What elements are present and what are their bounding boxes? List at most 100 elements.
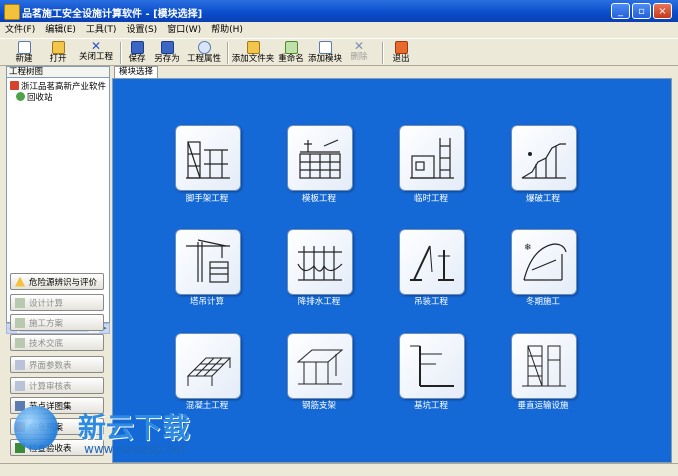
- foundation-pit-icon: [410, 345, 454, 387]
- module-formwork[interactable]: [287, 125, 353, 191]
- open-label: 打开: [49, 54, 67, 64]
- add-folder-button[interactable]: 添加文件夹: [231, 40, 275, 66]
- parameter-table-button[interactable]: 界面参数表: [10, 356, 104, 373]
- rename-button[interactable]: 重命名: [277, 40, 305, 66]
- winter-construction-icon: ❄: [523, 243, 567, 281]
- tree-item-project[interactable]: 浙江品茗高新产业软件: [10, 80, 106, 92]
- side-button-label: 计算审核表: [29, 381, 72, 392]
- toolbar: 新建 打开 ✕ 关闭工程 保存 另存为 工程属性 添加文件夹 重命名 添加模块 …: [0, 38, 678, 66]
- module-rebar-support-label: 钢筋支架: [301, 401, 336, 411]
- plan-icon: [15, 317, 25, 328]
- recycle-bin-icon: [16, 92, 25, 101]
- menu-tools[interactable]: 工具(T): [81, 22, 122, 38]
- save-button[interactable]: 保存: [124, 40, 150, 66]
- module-dewatering-label: 降排水工程: [297, 297, 341, 307]
- toolbar-separator: [382, 42, 384, 64]
- minimize-button[interactable]: _: [611, 3, 630, 19]
- side-button-label: 设计计算: [29, 298, 64, 309]
- tower-crane-icon: [186, 239, 230, 283]
- module-temporary-works-label: 临时工程: [413, 194, 448, 204]
- side-button-label: 危险源辨识与评价: [29, 277, 98, 288]
- exit-label: 退出: [392, 54, 410, 64]
- info-icon: [197, 41, 211, 54]
- hazard-identification-button[interactable]: 危险源辨识与评价: [10, 273, 104, 290]
- add-folder-icon: [246, 41, 260, 54]
- status-bar: [0, 463, 678, 476]
- save-as-icon: [160, 41, 174, 54]
- rename-icon: [284, 41, 298, 54]
- open-button[interactable]: 打开: [44, 40, 72, 66]
- module-dewatering[interactable]: [287, 229, 353, 295]
- design-calculation-button[interactable]: 设计计算: [10, 294, 104, 311]
- vertical-transport-icon: [522, 345, 566, 387]
- concrete-icon: [186, 357, 232, 386]
- menu-file[interactable]: 文件(F): [0, 22, 40, 38]
- watermark-url: www.newasp.net: [84, 442, 186, 456]
- module-scaffold[interactable]: [175, 125, 241, 191]
- menu-edit[interactable]: 编辑(E): [40, 22, 81, 38]
- tree-header: 工程树图: [6, 66, 110, 78]
- toolbar-separator: [120, 42, 122, 64]
- save-as-button[interactable]: 另存为: [152, 40, 182, 66]
- module-blasting[interactable]: [511, 125, 577, 191]
- save-disk-icon: [130, 41, 144, 54]
- tab-strip: 模块选择: [112, 66, 678, 78]
- module-foundation-pit-label: 基坑工程: [413, 401, 448, 411]
- briefing-icon: [15, 337, 25, 348]
- module-hoisting[interactable]: [399, 229, 465, 295]
- module-tower-crane[interactable]: [175, 229, 241, 295]
- rebar-support-icon: [296, 349, 344, 385]
- watermark-text: 新云下载: [78, 411, 191, 444]
- module-vertical-transport-label: 垂直运输设施: [517, 401, 569, 411]
- tab-module-selection[interactable]: 模块选择: [114, 66, 159, 78]
- module-vertical-transport[interactable]: [511, 333, 577, 399]
- dewatering-icon: [297, 246, 343, 281]
- technical-briefing-button[interactable]: 技术交底: [10, 334, 104, 351]
- save-label: 保存: [128, 54, 146, 64]
- watermark-logo-icon: [14, 406, 58, 450]
- formwork-icon: [299, 139, 341, 179]
- restore-button[interactable]: ▫: [632, 3, 651, 19]
- module-scaffold-label: 脚手架工程: [185, 194, 229, 204]
- module-winter-construction-label: 冬期施工: [525, 297, 560, 307]
- new-label: 新建: [15, 54, 33, 64]
- audit-table-button[interactable]: 计算审核表: [10, 377, 104, 394]
- app-icon: [4, 4, 20, 20]
- module-hoisting-label: 吊装工程: [413, 297, 448, 307]
- add-module-button[interactable]: 添加模块: [307, 40, 343, 66]
- add-folder-label: 添加文件夹: [231, 54, 275, 64]
- menu-window[interactable]: 窗口(W): [162, 22, 206, 38]
- exit-icon: [394, 41, 408, 54]
- audit-table-icon: [15, 380, 25, 391]
- module-rebar-support[interactable]: [287, 333, 353, 399]
- window-title: 品茗施工安全设施计算软件 - [模块选择]: [22, 9, 203, 20]
- delete-icon: ✕: [353, 39, 365, 53]
- close-button[interactable]: ×: [653, 3, 672, 19]
- close-project-button[interactable]: ✕ 关闭工程: [76, 40, 116, 66]
- module-winter-construction[interactable]: ❄: [511, 229, 577, 295]
- close-x-icon: ✕: [90, 39, 102, 53]
- new-button[interactable]: 新建: [10, 40, 38, 66]
- add-module-icon: [318, 41, 332, 54]
- delete-button[interactable]: ✕ 删除: [347, 40, 371, 66]
- menu-settings[interactable]: 设置(S): [121, 22, 162, 38]
- blasting-icon: [521, 143, 566, 179]
- params-table-icon: [15, 359, 25, 370]
- project-properties-button[interactable]: 工程属性: [184, 40, 224, 66]
- project-properties-label: 工程属性: [186, 54, 221, 64]
- module-concrete[interactable]: [175, 333, 241, 399]
- tree-item-recycle[interactable]: 回收站: [16, 91, 53, 103]
- svg-text:❄: ❄: [524, 243, 532, 253]
- module-foundation-pit[interactable]: [399, 333, 465, 399]
- warning-icon: [15, 276, 25, 287]
- menu-bar: 文件(F) 编辑(E) 工具(T) 设置(S) 窗口(W) 帮助(H): [0, 22, 678, 38]
- tree-item-label: 回收站: [27, 92, 53, 103]
- menu-help[interactable]: 帮助(H): [206, 22, 248, 38]
- save-as-label: 另存为: [154, 54, 180, 64]
- toolbar-separator: [227, 42, 229, 64]
- new-file-icon: [17, 41, 31, 54]
- module-temporary-works[interactable]: [399, 125, 465, 191]
- construction-plan-button[interactable]: 施工方案: [10, 314, 104, 331]
- open-folder-icon: [51, 41, 65, 54]
- exit-button[interactable]: 退出: [388, 40, 414, 66]
